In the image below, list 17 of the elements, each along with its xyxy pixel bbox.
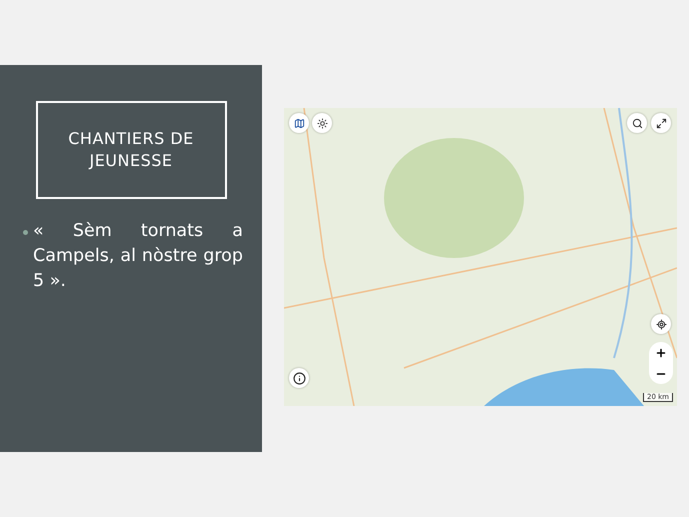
slide-title: CHANTIERS DE JEUNESSE bbox=[67, 128, 195, 172]
search-icon bbox=[632, 118, 642, 128]
bullet-text: « Sèm tornats a Campels, al nòstre grop 5 ». bbox=[33, 220, 243, 293]
brightness-button[interactable] bbox=[312, 113, 332, 133]
plus-icon bbox=[655, 346, 667, 358]
zoom-in-button[interactable] bbox=[655, 346, 667, 358]
crosshair-icon bbox=[656, 318, 666, 330]
sun-icon bbox=[316, 118, 328, 128]
bullet-icon bbox=[23, 230, 28, 235]
map-icon bbox=[294, 118, 304, 128]
info-button[interactable] bbox=[289, 368, 309, 388]
map-layers-button[interactable] bbox=[289, 113, 309, 133]
search-button[interactable] bbox=[627, 113, 647, 133]
info-icon bbox=[292, 372, 306, 384]
locate-button[interactable] bbox=[651, 314, 671, 334]
fullscreen-button[interactable] bbox=[651, 113, 671, 133]
expand-icon bbox=[656, 118, 666, 128]
